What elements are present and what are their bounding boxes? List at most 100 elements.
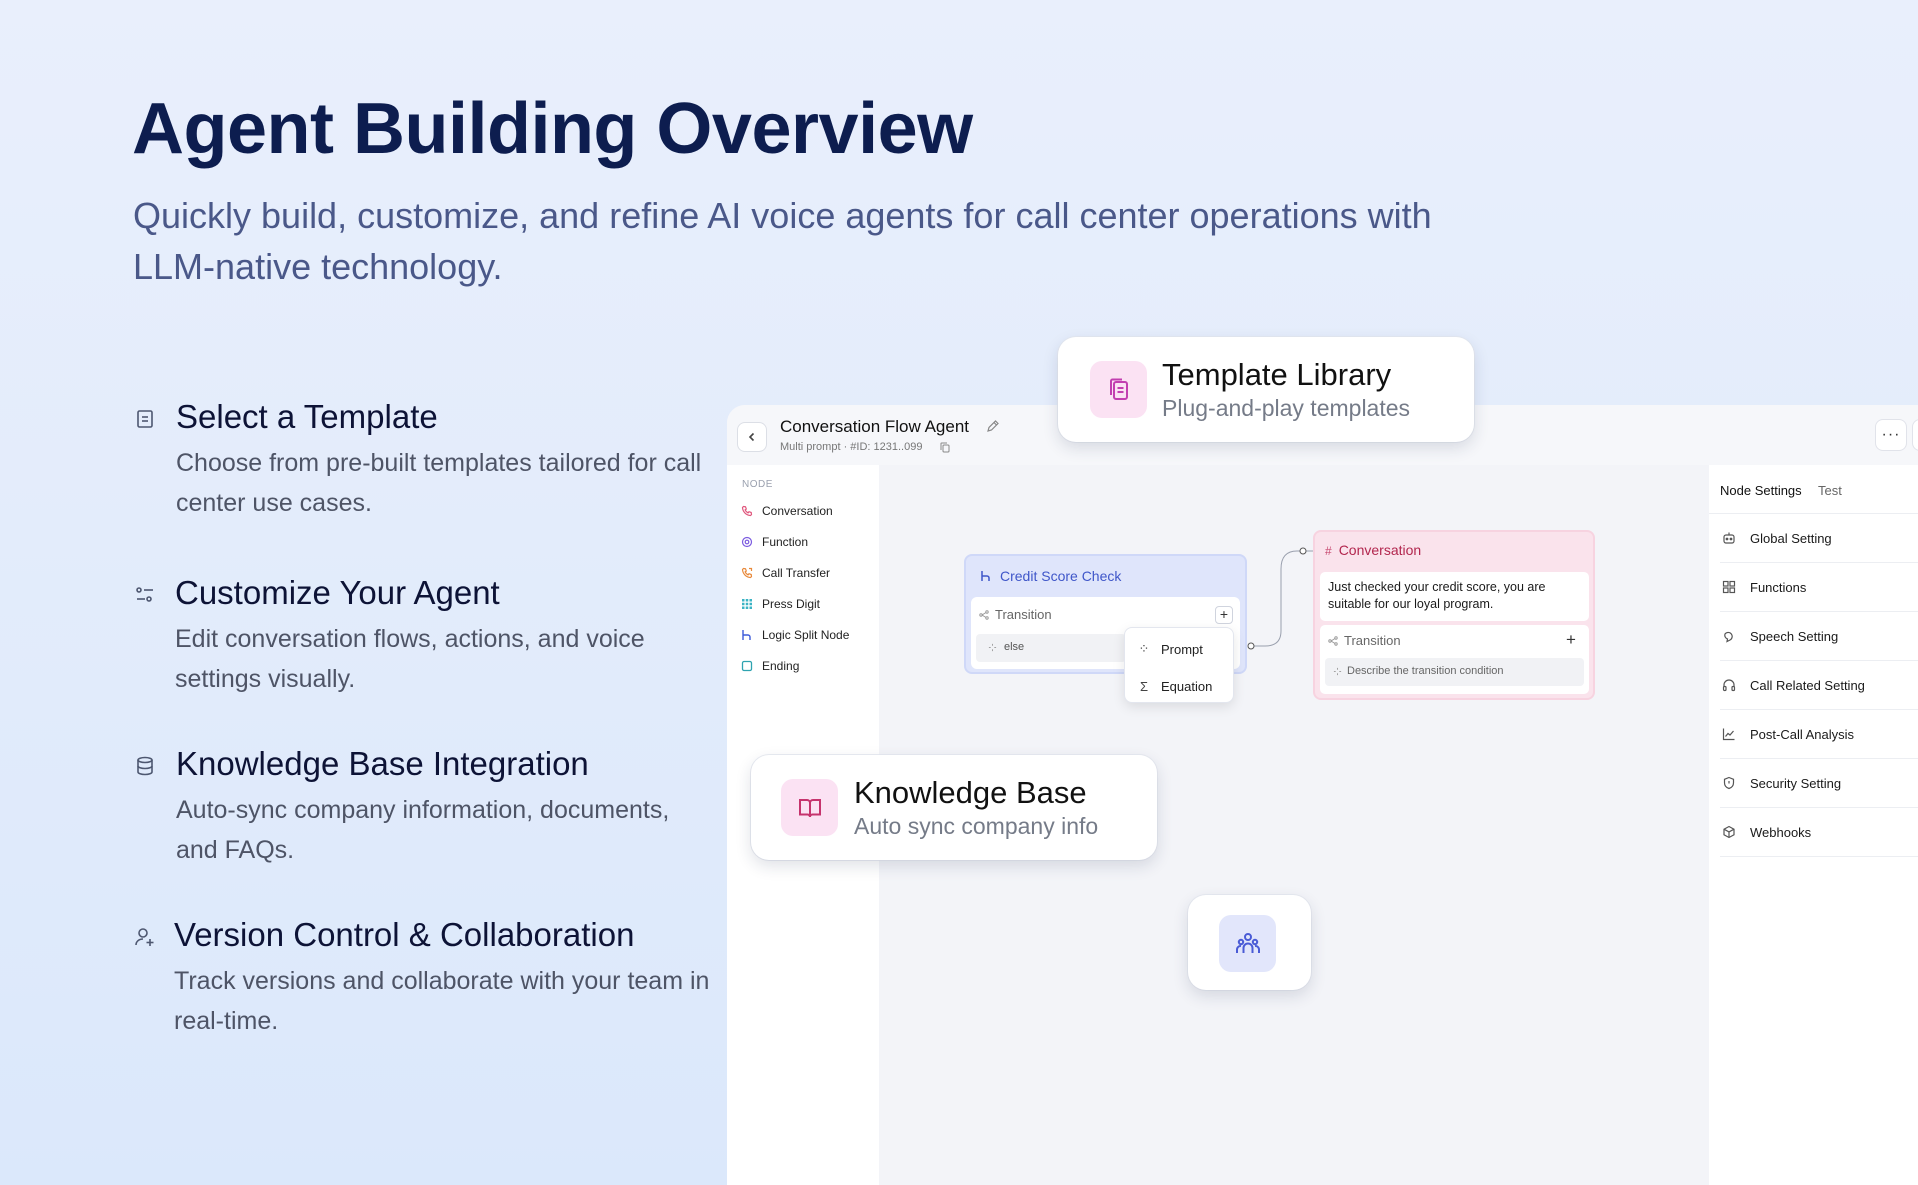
function-icon bbox=[741, 536, 753, 548]
node-label: Ending bbox=[762, 659, 800, 673]
chevron-left-icon bbox=[748, 432, 755, 442]
page-subtitle: Quickly build, customize, and refine AI … bbox=[133, 195, 1432, 287]
conversation-message[interactable]: Just checked your credit score, you are … bbox=[1320, 572, 1589, 621]
chart-icon bbox=[1722, 728, 1735, 741]
setting-functions[interactable]: Functions bbox=[1720, 563, 1918, 612]
node-section-header: NODE bbox=[742, 479, 773, 490]
else-label: else bbox=[1004, 641, 1025, 653]
team-icon bbox=[1235, 932, 1260, 953]
add-transition-button[interactable]: + bbox=[1215, 606, 1233, 624]
setting-label: Functions bbox=[1750, 579, 1807, 595]
setting-label: Security Setting bbox=[1750, 775, 1842, 791]
transition-type-menu: ⁘ Prompt Σ Equation bbox=[1124, 627, 1234, 703]
feature-title: Knowledge Base Integration bbox=[176, 745, 589, 782]
split-icon bbox=[742, 630, 751, 640]
back-button[interactable] bbox=[737, 422, 767, 452]
transition-condition-input[interactable]: Describe the transition condition bbox=[1325, 658, 1584, 686]
knowledge-icon-badge bbox=[781, 779, 838, 836]
node-label: Conversation bbox=[762, 504, 833, 518]
page-title: Agent Building Overview bbox=[132, 89, 973, 169]
setting-call-related[interactable]: Call Related Setting bbox=[1720, 661, 1918, 710]
grid-icon bbox=[1722, 580, 1736, 594]
transition-section: Transition + Describe the transition con… bbox=[1320, 625, 1589, 694]
node-item-call-transfer[interactable]: Call Transfer bbox=[741, 563, 830, 583]
sigma-icon: Σ bbox=[1139, 678, 1149, 694]
setting-label: Webhooks bbox=[1750, 824, 1812, 840]
feature-title: Customize Your Agent bbox=[175, 574, 500, 611]
robot-icon bbox=[1723, 532, 1735, 544]
user-plus-icon bbox=[135, 928, 154, 946]
templates-icon bbox=[1109, 378, 1128, 400]
settings-panel: Node Settings Test Global Setting Functi… bbox=[1709, 465, 1918, 1185]
branch-icon bbox=[979, 610, 989, 620]
node-item-function[interactable]: Function bbox=[741, 532, 808, 552]
pencil-icon[interactable] bbox=[986, 419, 1000, 433]
grid-icon bbox=[742, 599, 752, 609]
team-icon-badge bbox=[1219, 915, 1276, 972]
node-label: Function bbox=[762, 535, 809, 549]
menu-item-prompt[interactable]: ⁘ Prompt bbox=[1137, 639, 1203, 659]
setting-label: Speech Setting bbox=[1750, 628, 1839, 644]
setting-post-call-analysis[interactable]: Post-Call Analysis bbox=[1720, 710, 1918, 759]
setting-label: Post-Call Analysis bbox=[1750, 726, 1855, 742]
card-subtitle: Auto sync company info bbox=[854, 813, 1099, 839]
transition-label: Transition bbox=[1344, 633, 1401, 648]
prompt-icon: ⁘ bbox=[1138, 641, 1150, 656]
feature-select-template: Select a Template Choose from pre-built … bbox=[134, 398, 714, 518]
node-label: Press Digit bbox=[762, 597, 821, 611]
square-icon bbox=[741, 660, 753, 672]
cube-icon bbox=[1723, 825, 1735, 839]
tab-test[interactable]: Test bbox=[1818, 483, 1842, 498]
setting-speech[interactable]: Speech Setting bbox=[1720, 612, 1918, 661]
tab-node-settings[interactable]: Node Settings bbox=[1720, 483, 1802, 498]
book-icon bbox=[798, 798, 821, 817]
database-icon bbox=[137, 756, 153, 776]
feature-description: Edit conversation flows, actions, and vo… bbox=[175, 625, 645, 693]
node-item-ending[interactable]: Ending bbox=[741, 656, 799, 676]
more-options-button[interactable]: ··· bbox=[1875, 419, 1907, 451]
menu-item-label: Prompt bbox=[1161, 641, 1203, 657]
node-item-press-digit[interactable]: Press Digit bbox=[741, 594, 820, 614]
transition-label: Transition bbox=[995, 607, 1052, 622]
call-transfer-icon bbox=[741, 567, 753, 579]
feature-title: Version Control & Collaboration bbox=[174, 916, 635, 953]
setting-security[interactable]: Security Setting bbox=[1720, 759, 1918, 808]
add-transition-button[interactable]: + bbox=[1566, 630, 1576, 650]
headphones-icon bbox=[1722, 679, 1736, 692]
setting-label: Call Related Setting bbox=[1750, 677, 1865, 693]
secondary-button[interactable] bbox=[1912, 419, 1918, 451]
node-title: # Conversation bbox=[1325, 542, 1422, 558]
branch-icon bbox=[1328, 636, 1338, 646]
copy-icon[interactable] bbox=[940, 442, 950, 453]
node-item-conversation[interactable]: Conversation bbox=[741, 501, 833, 521]
node-title: Credit Score Check bbox=[980, 568, 1121, 584]
setting-webhooks[interactable]: Webhooks bbox=[1720, 808, 1918, 857]
setting-label: Global Setting bbox=[1750, 530, 1832, 546]
node-label: Logic Split Node bbox=[762, 628, 850, 642]
template-library-card: Template Library Plug-and-play templates bbox=[1058, 337, 1474, 442]
feature-customize-agent: Customize Your Agent Edit conversation f… bbox=[134, 574, 714, 694]
phone-icon bbox=[741, 505, 753, 517]
node-label: Call Transfer bbox=[762, 566, 831, 580]
shield-icon bbox=[1723, 776, 1735, 790]
else-condition[interactable]: else bbox=[976, 634, 1126, 662]
split-icon bbox=[981, 571, 990, 581]
menu-item-label: Equation bbox=[1161, 678, 1213, 694]
spark-icon bbox=[1333, 667, 1342, 676]
feature-title: Select a Template bbox=[176, 398, 438, 435]
spark-icon bbox=[988, 643, 997, 652]
transition-placeholder: Describe the transition condition bbox=[1347, 665, 1504, 677]
feature-knowledge-base: Knowledge Base Integration Auto-sync com… bbox=[134, 745, 714, 865]
collaboration-card bbox=[1188, 895, 1311, 990]
speech-icon bbox=[1724, 631, 1733, 643]
sliders-icon bbox=[136, 587, 153, 602]
card-title: Template Library bbox=[1162, 357, 1392, 392]
feature-description: Auto-sync company information, documents… bbox=[176, 796, 670, 864]
menu-item-equation[interactable]: Σ Equation bbox=[1137, 676, 1212, 696]
node-item-logic-split[interactable]: Logic Split Node bbox=[741, 625, 849, 645]
agent-title[interactable]: Conversation Flow Agent bbox=[780, 417, 969, 437]
setting-global[interactable]: Global Setting bbox=[1720, 514, 1918, 563]
document-icon bbox=[137, 410, 153, 428]
conversation-node[interactable]: # Conversation Just checked your credit s… bbox=[1313, 530, 1595, 700]
feature-description: Choose from pre-built templates tailored… bbox=[176, 449, 702, 517]
